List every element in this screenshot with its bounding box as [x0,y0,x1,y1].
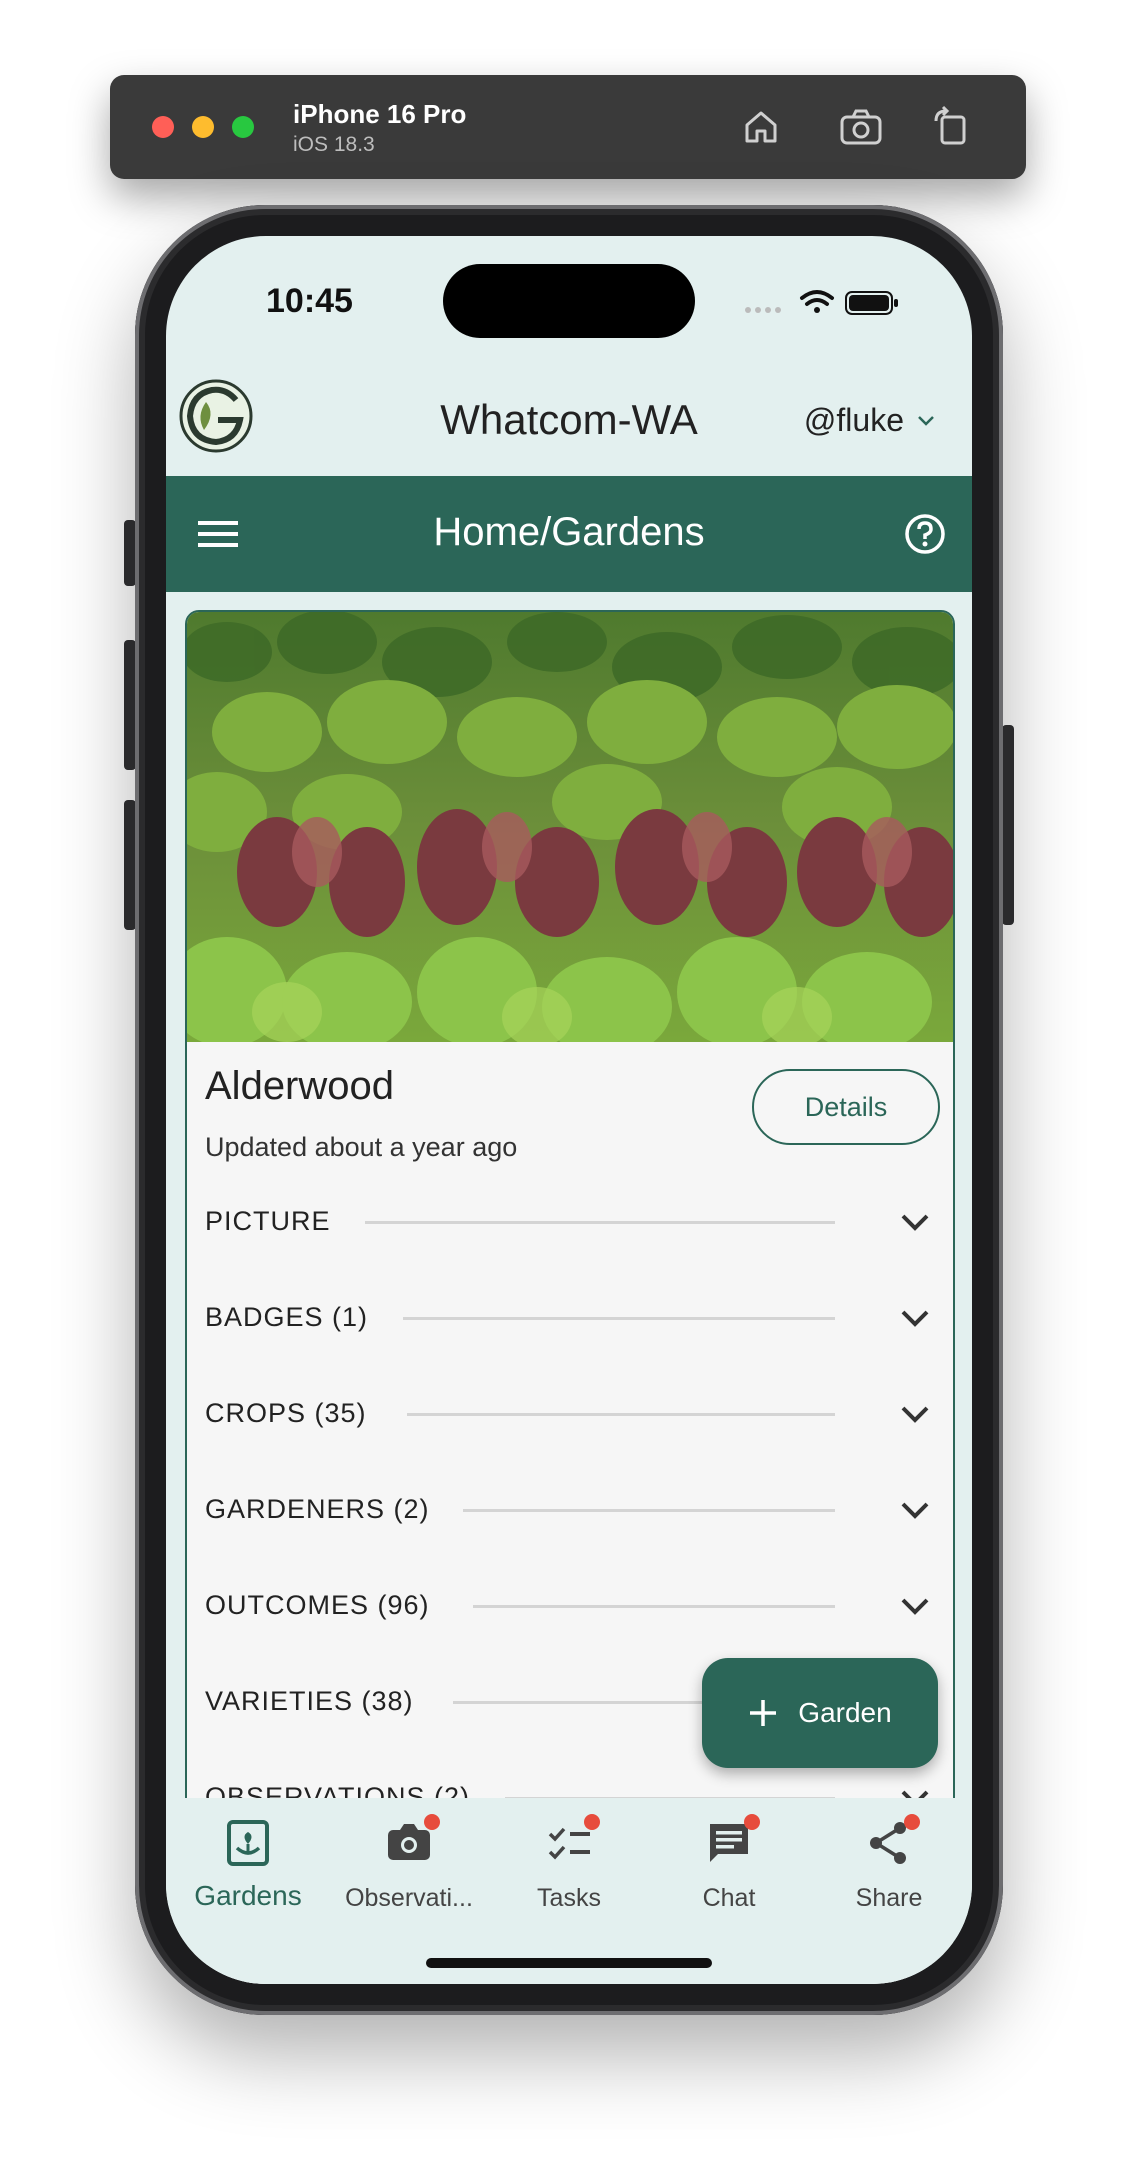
notification-badge [424,1814,440,1830]
section-gardeners[interactable]: GARDENERS (2) [205,1480,935,1540]
section-label: BADGES (1) [205,1302,369,1332]
section-picture[interactable]: PICTURE [205,1192,935,1252]
cellular-signal-icon [745,307,781,313]
nav-chat[interactable]: Chat [649,1814,809,1913]
home-indicator [426,1958,712,1968]
garden-updated-text: Updated about a year ago [205,1132,518,1162]
rotate-icon[interactable] [928,105,974,149]
section-badges[interactable]: BADGES (1) [205,1288,935,1348]
username: @fluke [803,402,904,438]
dynamic-island [443,264,695,338]
garden-card[interactable]: Alderwood Updated about a year ago Detai… [185,610,955,1984]
add-garden-label: Garden [798,1697,892,1728]
phone-screen: 10:45 Whatcom-WA @fluke Home/Gardens Ald… [166,236,972,1984]
chevron-down-icon [901,1598,929,1615]
notification-badge [584,1814,600,1830]
simulator-title-bar: iPhone 16 Pro iOS 18.3 [110,75,1026,179]
divider [365,1221,835,1224]
help-icon[interactable] [904,513,946,555]
add-garden-button[interactable]: Garden [702,1658,938,1768]
nav-label: Share [855,1884,923,1912]
plus-icon [750,1700,777,1726]
page-title: Home/Gardens [433,510,705,554]
section-label: VARIETIES (38) [205,1686,414,1716]
power-button [1002,725,1014,925]
garden-photo [187,612,953,1042]
section-label: OUTCOMES (96) [205,1590,430,1620]
status-time: 10:45 [266,282,353,320]
wifi-icon [800,290,834,313]
os-version: iOS 18.3 [293,133,375,156]
nav-label: Tasks [537,1884,601,1912]
camera-icon [384,1814,440,1868]
garden-icon [223,1818,273,1868]
section-outcomes[interactable]: OUTCOMES (96) [205,1576,935,1636]
chevron-down-icon [901,1502,929,1519]
details-button[interactable]: Details [752,1069,940,1145]
nav-tasks[interactable]: Tasks [489,1814,649,1913]
notification-badge [904,1814,920,1830]
screenshot-icon[interactable] [838,105,884,149]
nav-label: Gardens [194,1880,302,1911]
nav-observations[interactable]: Observati... [329,1814,489,1913]
section-label: PICTURE [205,1206,331,1236]
chevron-down-icon [918,415,934,426]
divider [463,1509,835,1512]
section-label: CROPS (35) [205,1398,367,1428]
section-label: GARDENERS (2) [205,1494,430,1524]
checklist-icon [544,1814,600,1868]
status-icons [742,286,902,327]
divider [403,1317,835,1320]
device-name: iPhone 16 Pro [293,99,467,129]
chat-icon [704,1814,760,1868]
zoom-window-button[interactable] [232,116,254,138]
nav-share[interactable]: Share [809,1814,969,1913]
share-icon [864,1814,920,1868]
nav-label: Observati... [345,1884,473,1912]
app-header: Whatcom-WA @fluke [166,366,972,476]
close-window-button[interactable] [152,116,174,138]
home-icon[interactable] [738,105,784,149]
minimize-window-button[interactable] [192,116,214,138]
battery-icon [845,291,898,315]
nav-label: Chat [702,1884,756,1912]
nav-gardens[interactable]: Gardens [168,1818,328,1912]
section-crops[interactable]: CROPS (35) [205,1384,935,1444]
divider [407,1413,835,1416]
divider [473,1605,835,1608]
chevron-down-icon [901,1406,929,1423]
notification-badge [744,1814,760,1830]
user-account-dropdown[interactable]: @fluke [804,402,936,439]
chevron-down-icon [901,1310,929,1327]
bottom-navigation: Gardens Observati... Tasks Chat Share [166,1798,972,1984]
page-toolbar: Home/Gardens [166,476,972,592]
garden-name: Alderwood [205,1064,395,1108]
chevron-down-icon [901,1214,929,1231]
